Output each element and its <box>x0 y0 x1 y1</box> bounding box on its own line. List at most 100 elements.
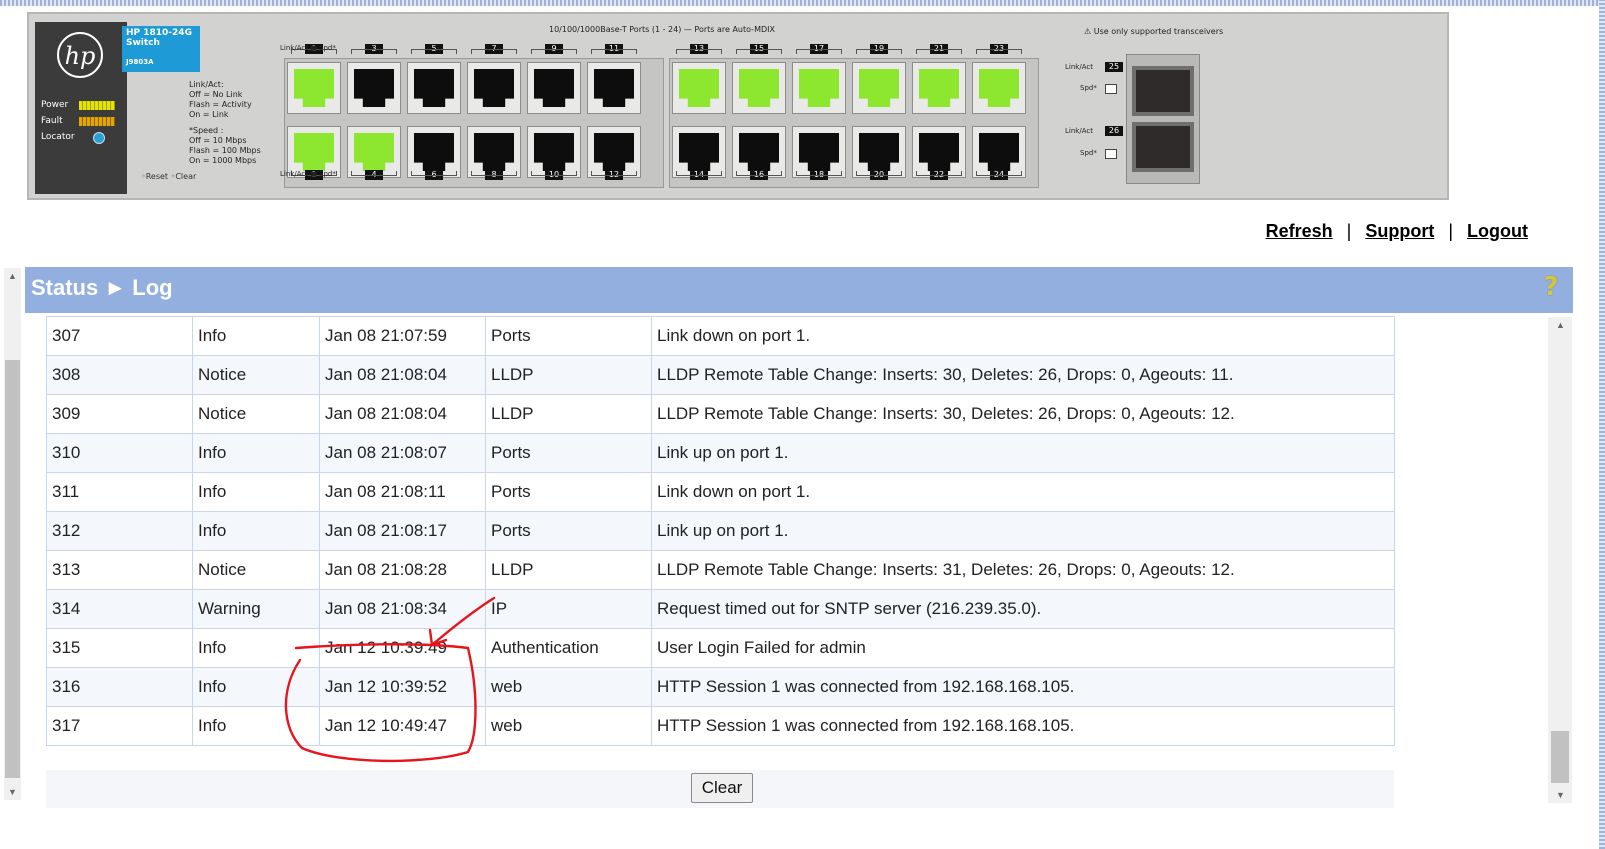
port-bracket <box>736 171 782 176</box>
port-19[interactable] <box>852 62 906 114</box>
breadcrumb: Status ► Log <box>31 275 173 301</box>
scroll-down-arrow-icon[interactable]: ▼ <box>1552 787 1569 803</box>
port-17[interactable] <box>792 62 846 114</box>
reset-label: Reset <box>145 172 169 181</box>
log-description-cell: LLDP Remote Table Change: Inserts: 30, D… <box>651 355 1395 395</box>
log-time-cell: Jan 08 21:08:34 <box>319 589 486 629</box>
ethernet-jack-icon <box>919 69 959 107</box>
log-time-cell: Jan 08 21:08:04 <box>319 355 486 395</box>
transceiver-warning: ⚠ Use only supported transceivers <box>1084 27 1223 36</box>
port-9[interactable] <box>527 62 581 114</box>
locator-led-indicator <box>93 132 105 144</box>
sfp-port-number: 25 <box>1105 62 1123 72</box>
log-component-cell: Ports <box>485 433 652 473</box>
ethernet-jack-icon <box>294 69 334 107</box>
log-description-cell: User Login Failed for admin <box>651 628 1395 668</box>
log-description-cell: LLDP Remote Table Change: Inserts: 31, D… <box>651 550 1395 590</box>
log-scrollbar-thumb[interactable] <box>1551 731 1569 783</box>
switch-faceplate: hp Power Fault Locator HP 1810-24G Switc… <box>27 12 1449 200</box>
ethernet-jack-icon <box>534 133 574 171</box>
top-links: Refresh | Support | Logout <box>1266 221 1528 242</box>
log-scrollbar[interactable]: ▲ ▼ <box>1548 317 1572 803</box>
log-time-cell: Jan 08 21:07:59 <box>319 316 486 356</box>
left-scrollbar-thumb[interactable] <box>5 360 20 778</box>
log-time-cell: Jan 08 21:08:07 <box>319 433 486 473</box>
ethernet-jack-icon <box>919 133 959 171</box>
port-bracket <box>591 49 637 54</box>
log-severity-cell: Info <box>192 628 320 668</box>
log-severity-cell: Info <box>192 472 320 512</box>
ethernet-jack-icon <box>799 133 839 171</box>
log-id-cell: 315 <box>46 628 193 668</box>
port-bracket <box>916 49 962 54</box>
scroll-up-arrow-icon[interactable]: ▲ <box>1552 317 1569 333</box>
table-row: 308 Notice Jan 08 21:08:04 LLDP LLDP Remote … <box>46 355 1395 395</box>
ethernet-jack-icon <box>979 69 1019 107</box>
log-severity-cell: Notice <box>192 550 320 590</box>
log-description-cell: Link up on port 1. <box>651 511 1395 551</box>
port-legend: Link/Act: Off = No Link Flash = Activity… <box>189 80 261 166</box>
port-bracket <box>676 171 722 176</box>
ethernet-jack-icon <box>679 133 719 171</box>
ethernet-jack-icon <box>294 133 334 171</box>
table-row: 316 Info Jan 12 10:39:52 web HTTP Session 1 … <box>46 667 1395 707</box>
log-component-cell: LLDP <box>485 550 652 590</box>
ethernet-jack-icon <box>859 69 899 107</box>
log-severity-cell: Notice <box>192 394 320 434</box>
reset-clear-labels: ◦Reset ◦Clear <box>141 172 197 181</box>
support-link[interactable]: Support <box>1365 221 1434 241</box>
log-id-cell: 312 <box>46 511 193 551</box>
logout-link[interactable]: Logout <box>1467 221 1528 241</box>
window-top-border <box>0 0 1605 6</box>
ethernet-jack-icon <box>474 133 514 171</box>
refresh-link[interactable]: Refresh <box>1266 221 1333 241</box>
log-id-cell: 314 <box>46 589 193 629</box>
log-component-cell: LLDP <box>485 355 652 395</box>
log-severity-cell: Warning <box>192 589 320 629</box>
port-15[interactable] <box>732 62 786 114</box>
port-bracket <box>351 49 397 54</box>
log-severity-cell: Info <box>192 316 320 356</box>
port-bracket <box>471 171 517 176</box>
log-description-cell: LLDP Remote Table Change: Inserts: 30, D… <box>651 394 1395 434</box>
port-bracket <box>531 49 577 54</box>
hp-logo: hp <box>57 32 103 78</box>
port-bracket <box>351 171 397 176</box>
port-23[interactable] <box>972 62 1026 114</box>
locator-led-label: Locator <box>41 132 75 142</box>
table-row: 315 Info Jan 12 10:39:49 Authentication User… <box>46 628 1395 668</box>
ethernet-jack-icon <box>474 69 514 107</box>
ports-title: 10/100/1000Base-T Ports (1 - 24) — Ports… <box>549 25 775 34</box>
model-name: HP 1810-24G Switch <box>126 28 192 48</box>
log-description-cell: Link up on port 1. <box>651 433 1395 473</box>
port-21[interactable] <box>912 62 966 114</box>
clear-log-button[interactable]: Clear <box>691 773 753 803</box>
port-1[interactable] <box>287 62 341 114</box>
port-bracket <box>736 49 782 54</box>
help-icon[interactable]: ? <box>1541 273 1561 301</box>
log-id-cell: 309 <box>46 394 193 434</box>
log-time-cell: Jan 12 10:39:52 <box>319 667 486 707</box>
port-13[interactable] <box>672 62 726 114</box>
port-bracket <box>976 49 1022 54</box>
window-right-border <box>1599 0 1605 849</box>
port-3[interactable] <box>347 62 401 114</box>
ethernet-jack-icon <box>799 69 839 107</box>
log-severity-cell: Notice <box>192 355 320 395</box>
scroll-down-arrow-icon[interactable]: ▼ <box>4 784 21 800</box>
ethernet-jack-icon <box>739 133 779 171</box>
log-component-cell: web <box>485 706 652 746</box>
legend-line: On = Link <box>189 110 229 119</box>
port-bracket <box>591 171 637 176</box>
table-row: 314 Warning Jan 08 21:08:34 IP Request timed… <box>46 589 1395 629</box>
log-component-cell: IP <box>485 589 652 629</box>
sfp-port-number: 26 <box>1105 126 1123 136</box>
scroll-up-arrow-icon[interactable]: ▲ <box>4 268 21 284</box>
ethernet-jack-icon <box>679 69 719 107</box>
left-scrollbar[interactable]: ▲ ▼ <box>4 268 21 800</box>
port-7[interactable] <box>467 62 521 114</box>
port-5[interactable] <box>407 62 461 114</box>
port-11[interactable] <box>587 62 641 114</box>
ethernet-jack-icon <box>739 69 779 107</box>
table-row: 312 Info Jan 08 21:08:17 Ports Link up on po… <box>46 511 1395 551</box>
